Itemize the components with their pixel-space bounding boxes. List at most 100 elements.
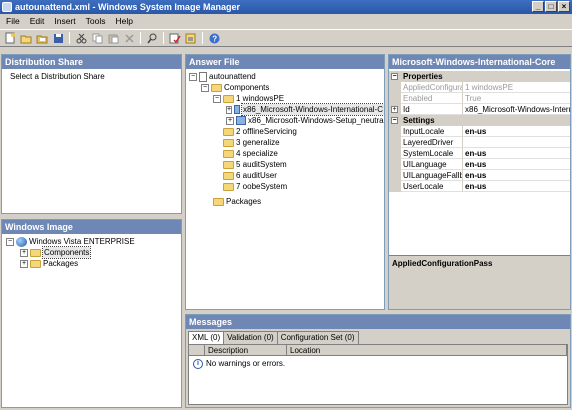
menu-file[interactable]: File	[6, 16, 20, 26]
setting-name: LayeredDriver	[401, 137, 463, 148]
pass-auditsystem[interactable]: 5 auditSystem	[223, 159, 287, 170]
menu-insert[interactable]: Insert	[54, 16, 75, 26]
setting-row[interactable]: SystemLocale en-us	[389, 148, 570, 159]
help-icon[interactable]: ?	[207, 31, 221, 45]
setting-row[interactable]: LayeredDriver	[389, 137, 570, 148]
collapse-icon[interactable]: −	[213, 94, 221, 103]
pass-label: 6 auditUser	[236, 171, 277, 180]
answer-file-root-label: autounattend	[209, 72, 256, 81]
tab-xml[interactable]: XML (0)	[188, 331, 225, 344]
pass-windowspe[interactable]: − 1 windowsPE	[213, 93, 284, 104]
open-folder-icon[interactable]	[35, 31, 49, 45]
save-icon[interactable]	[51, 31, 65, 45]
close-button[interactable]: ×	[558, 1, 570, 12]
property-name: Enabled	[401, 93, 463, 104]
cut-icon[interactable]	[74, 31, 88, 45]
messages-tabs: XML (0) Validation (0) Configuration Set…	[188, 331, 359, 344]
expand-icon[interactable]: +	[20, 248, 28, 257]
menu-help[interactable]: Help	[115, 16, 132, 26]
new-icon[interactable]	[3, 31, 17, 45]
folder-icon	[30, 259, 41, 268]
pass-audituser[interactable]: 6 auditUser	[223, 170, 277, 181]
validate-icon[interactable]	[168, 31, 182, 45]
setting-value[interactable]: en-us	[463, 181, 570, 192]
pass-specialize[interactable]: 4 specialize	[223, 148, 278, 159]
select-distribution-share[interactable]: Select a Distribution Share	[10, 71, 105, 82]
windows-image-components[interactable]: + Components	[20, 246, 92, 259]
collapse-icon[interactable]: −	[6, 237, 14, 246]
setting-row[interactable]: UserLocale en-us	[389, 181, 570, 192]
menu-tools[interactable]: Tools	[86, 16, 106, 26]
pass-oobesystem[interactable]: 7 oobeSystem	[223, 181, 287, 192]
windows-vista-icon	[16, 236, 27, 247]
answer-file-root[interactable]: − autounattend	[189, 71, 256, 82]
collapse-icon[interactable]: −	[189, 72, 197, 81]
collapse-icon[interactable]: −	[391, 73, 398, 80]
category-settings[interactable]: − Settings	[389, 115, 570, 126]
property-value[interactable]: x86_Microsoft-Windows-Internat	[463, 104, 570, 115]
pass-generalize[interactable]: 3 generalize	[223, 137, 280, 148]
setting-value[interactable]: en-us	[463, 148, 570, 159]
setting-row[interactable]: UILanguageFallb en-us	[389, 170, 570, 181]
setting-name: UILanguageFallb	[401, 170, 463, 181]
row-gutter	[389, 148, 401, 159]
property-row[interactable]: + Id x86_Microsoft-Windows-Internat	[389, 104, 570, 115]
icon-column-header[interactable]	[189, 345, 205, 356]
collapse-icon[interactable]: −	[391, 117, 398, 124]
category-properties[interactable]: − Properties	[389, 71, 570, 82]
document-icon	[199, 71, 207, 82]
windows-image-tree: − Windows Vista ENTERPRISE + Components …	[2, 234, 181, 407]
pass-label: 7 oobeSystem	[236, 182, 288, 191]
folder-icon	[223, 160, 234, 169]
row-gutter	[389, 181, 401, 192]
component-icon	[236, 116, 246, 125]
pass-label: 3 generalize	[236, 138, 280, 147]
expand-icon[interactable]: +	[226, 105, 233, 114]
setting-name: UILanguage	[401, 159, 463, 170]
open-icon[interactable]	[19, 31, 33, 45]
delete-icon[interactable]	[122, 31, 136, 45]
maximize-button[interactable]: □	[545, 1, 557, 12]
column-description[interactable]: Description	[205, 345, 287, 356]
setting-value[interactable]: en-us	[463, 170, 570, 181]
setting-name: SystemLocale	[401, 148, 463, 159]
setting-row[interactable]: InputLocale en-us	[389, 126, 570, 137]
property-row[interactable]: Enabled True	[389, 93, 570, 104]
answer-file-header: Answer File	[186, 55, 384, 69]
find-icon[interactable]	[145, 31, 159, 45]
components-label: Components	[224, 83, 270, 92]
property-row[interactable]: AppliedConfigura 1 windowsPE	[389, 82, 570, 93]
table-row[interactable]: i No warnings or errors.	[189, 357, 285, 370]
components-node[interactable]: − Components	[201, 82, 269, 93]
packages-node[interactable]: Packages	[213, 196, 261, 207]
setting-value[interactable]: en-us	[463, 159, 570, 170]
expand-icon[interactable]: +	[226, 116, 234, 125]
folder-icon	[223, 171, 234, 180]
setting-value[interactable]	[463, 137, 570, 148]
setting-value[interactable]: en-us	[463, 126, 570, 137]
pass-offlineservicing[interactable]: 2 offlineServicing	[223, 126, 297, 137]
info-icon: i	[193, 358, 203, 369]
column-location[interactable]: Location	[287, 345, 567, 356]
paste-icon[interactable]	[106, 31, 120, 45]
windows-image-packages[interactable]: + Packages	[20, 258, 78, 269]
property-name: Id	[401, 104, 463, 115]
folder-icon	[223, 182, 234, 191]
component-international-core[interactable]: + x86_Microsoft-Windows-International-C	[226, 103, 384, 116]
tab-configuration-set[interactable]: Configuration Set (0)	[276, 331, 359, 344]
create-config-set-icon[interactable]	[184, 31, 198, 45]
component-setup[interactable]: + x86_Microsoft-Windows-Setup_neutra	[226, 115, 384, 126]
collapse-icon[interactable]: −	[201, 83, 209, 92]
copy-icon[interactable]	[90, 31, 104, 45]
property-value[interactable]: True	[463, 93, 570, 104]
tab-validation[interactable]: Validation (0)	[223, 331, 278, 344]
windows-image-root[interactable]: − Windows Vista ENTERPRISE	[6, 236, 135, 247]
property-value[interactable]: 1 windowsPE	[463, 82, 570, 93]
setting-name: InputLocale	[401, 126, 463, 137]
expand-icon[interactable]: +	[391, 106, 398, 113]
setting-row[interactable]: UILanguage en-us	[389, 159, 570, 170]
expand-icon[interactable]: +	[20, 259, 28, 268]
menu-edit[interactable]: Edit	[30, 16, 45, 26]
minimize-button[interactable]: _	[532, 1, 544, 12]
menu-bar: File Edit Insert Tools Help	[0, 14, 572, 28]
